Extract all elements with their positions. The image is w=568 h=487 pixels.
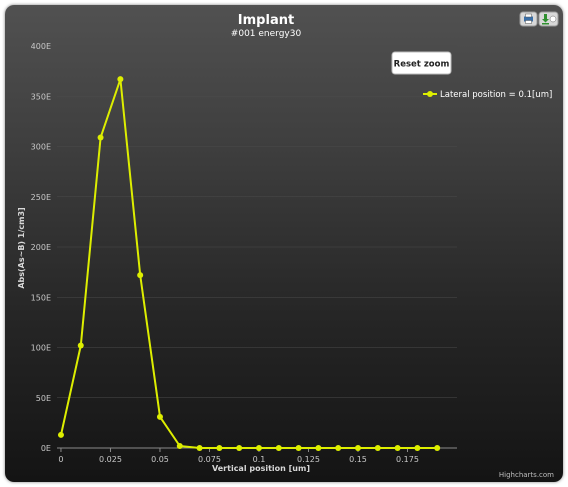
x-tick-label: 0.125: [297, 455, 320, 464]
legend-item-label[interactable]: Lateral position = 0.1[um]: [440, 90, 552, 100]
data-point[interactable]: [196, 445, 203, 451]
y-tick-label: 300E: [31, 143, 51, 152]
data-point[interactable]: [255, 445, 262, 451]
series-line[interactable]: [60, 78, 438, 449]
y-tick-label: 100E: [31, 344, 51, 353]
data-point[interactable]: [394, 445, 401, 451]
y-tick-label: 200E: [31, 243, 51, 252]
chart-svg[interactable]: Implant #001 energy30 0E 50E 100E 150E 200E 2…: [5, 5, 563, 482]
y-tick-label: 250E: [31, 193, 51, 202]
export-button[interactable]: [538, 11, 559, 27]
data-point[interactable]: [77, 342, 84, 349]
reset-zoom-label: Reset zoom: [394, 60, 450, 70]
y-axis-title: Abs(As~B) 1/cm3]: [17, 207, 26, 288]
series-group: [57, 76, 441, 451]
legend[interactable]: Lateral position = 0.1[um]: [423, 90, 552, 100]
data-point[interactable]: [374, 445, 381, 451]
chart-title: Implant: [238, 13, 294, 28]
credits-link[interactable]: Highcharts.com: [499, 471, 554, 479]
x-tick-label: 0: [58, 455, 63, 464]
chart-subtitle: #001 energy30: [231, 29, 302, 39]
y-tick-label: 350E: [31, 92, 51, 101]
data-point[interactable]: [335, 445, 342, 451]
data-point[interactable]: [354, 445, 361, 451]
data-point[interactable]: [434, 445, 441, 451]
y-tick-label: 0E: [41, 444, 51, 453]
x-tick-label: 0.025: [99, 455, 122, 464]
print-icon: [524, 13, 533, 24]
x-axis-title: Vertical position [um]: [212, 464, 310, 473]
grid-lines: [57, 45, 457, 449]
chart-container: Implant #001 energy30 0E 50E 100E 150E 200E 2…: [5, 5, 563, 482]
reset-zoom-button[interactable]: Reset zoom: [391, 51, 452, 75]
y-tick-label: 400E: [31, 42, 51, 51]
x-tick-label: 0.075: [198, 455, 221, 464]
data-point[interactable]: [97, 134, 104, 141]
data-point[interactable]: [137, 272, 144, 279]
x-tick-label: 0.175: [396, 455, 419, 464]
x-tick-label: 0.05: [151, 455, 169, 464]
data-point[interactable]: [117, 76, 124, 83]
y-axis-ticks: 0E 50E 100E 150E 200E 250E 300E 350E 400E: [31, 42, 51, 453]
x-tick-label: 0.15: [349, 455, 367, 464]
data-point[interactable]: [57, 431, 64, 438]
x-tick-label: 0.1: [253, 455, 266, 464]
data-point[interactable]: [275, 445, 282, 451]
data-point[interactable]: [156, 413, 163, 420]
print-button[interactable]: [519, 11, 538, 27]
y-tick-label: 150E: [31, 293, 51, 302]
legend-marker: [427, 91, 433, 97]
data-point[interactable]: [295, 445, 302, 451]
y-tick-label: 50E: [36, 394, 51, 403]
data-point[interactable]: [216, 445, 223, 451]
data-point[interactable]: [236, 445, 243, 451]
data-point[interactable]: [315, 445, 322, 451]
data-point[interactable]: [176, 442, 183, 449]
data-point[interactable]: [414, 445, 421, 451]
